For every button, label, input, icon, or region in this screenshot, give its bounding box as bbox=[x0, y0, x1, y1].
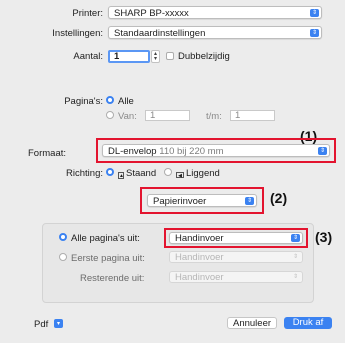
popup-arrows-icon: ⇕ bbox=[318, 146, 327, 155]
presets-value: Standaardinstellingen bbox=[114, 28, 206, 39]
first-page-popup[interactable]: Handinvoer ⇕ bbox=[169, 251, 303, 263]
orientation-portrait-label: Staand bbox=[126, 168, 157, 179]
pages-to-label: t/m: bbox=[206, 111, 222, 122]
orientation-landscape-label: Liggend bbox=[186, 168, 220, 179]
pages-from-label: Van: bbox=[118, 111, 137, 122]
popup-arrows-icon: ⇕ bbox=[310, 28, 319, 37]
all-pages-label: Alle pagina's uit: bbox=[71, 233, 140, 244]
popup-arrows-icon: ⇕ bbox=[292, 253, 299, 260]
callout-3-number: (3) bbox=[315, 229, 333, 245]
panel-menu-popup[interactable]: Papierinvoer ⇕ bbox=[147, 194, 257, 207]
orientation-label: Richting: bbox=[66, 168, 103, 179]
pages-label: Pagina's: bbox=[64, 96, 103, 107]
remaining-value: Handinvoer bbox=[175, 272, 224, 283]
first-page-value: Handinvoer bbox=[175, 252, 224, 263]
paper-size-detail: 110 bij 220 mm bbox=[159, 146, 224, 157]
popup-arrows-icon: ⇕ bbox=[291, 234, 300, 242]
all-pages-radio[interactable] bbox=[59, 233, 67, 241]
portrait-icon: ▲ bbox=[118, 172, 124, 179]
pages-all-label: Alle bbox=[118, 96, 134, 107]
pdf-dropdown-icon[interactable]: ▾ bbox=[54, 319, 63, 328]
printer-value: SHARP BP-xxxxx bbox=[114, 8, 189, 19]
pdf-menu-label[interactable]: Pdf bbox=[34, 319, 48, 330]
print-button[interactable]: Druk af bbox=[284, 317, 332, 329]
paper-size-value: DL-envelop 110 bij 220 mm bbox=[108, 146, 223, 157]
panel-menu-value: Papierinvoer bbox=[153, 196, 207, 207]
cancel-button[interactable]: Annuleer bbox=[227, 317, 277, 329]
pages-to-field[interactable]: 1 bbox=[230, 110, 275, 121]
landscape-icon: ◀ bbox=[176, 172, 184, 179]
pages-range-radio[interactable] bbox=[106, 111, 114, 119]
orientation-portrait-radio[interactable] bbox=[106, 168, 114, 176]
copies-value: 1 bbox=[114, 51, 120, 62]
callout-2-number: (2) bbox=[270, 190, 288, 206]
paper-size-popup[interactable]: DL-envelop 110 bij 220 mm ⇕ bbox=[102, 144, 330, 157]
copies-label: Aantal: bbox=[73, 51, 103, 62]
first-page-label: Eerste pagina uit: bbox=[71, 253, 145, 264]
remaining-popup[interactable]: Handinvoer ⇕ bbox=[169, 271, 303, 283]
remaining-label: Resterende uit: bbox=[80, 273, 145, 284]
duplex-checkbox[interactable] bbox=[166, 52, 174, 60]
first-page-radio[interactable] bbox=[59, 253, 67, 261]
printer-label: Printer: bbox=[72, 8, 103, 19]
all-pages-value: Handinvoer bbox=[175, 233, 224, 244]
printer-popup[interactable]: SHARP BP-xxxxx ⇕ bbox=[108, 6, 322, 19]
presets-label: Instellingen: bbox=[52, 28, 103, 39]
popup-arrows-icon: ⇕ bbox=[292, 273, 299, 280]
orientation-portrait-option: ▲ Staand bbox=[117, 168, 156, 179]
paper-size-name: DL-envelop bbox=[108, 146, 157, 157]
duplex-label: Dubbelzijdig bbox=[178, 51, 230, 62]
pages-all-radio[interactable] bbox=[106, 96, 114, 104]
paper-size-label: Formaat: bbox=[28, 148, 67, 159]
pages-from-field[interactable]: 1 bbox=[145, 110, 190, 121]
orientation-landscape-option: ◀ Liggend bbox=[175, 168, 220, 179]
popup-arrows-icon: ⇕ bbox=[245, 196, 254, 205]
copies-stepper[interactable]: ▴ ▾ bbox=[151, 50, 160, 63]
copies-field[interactable]: 1 bbox=[108, 50, 150, 63]
pages-to-value: 1 bbox=[235, 110, 241, 121]
all-pages-popup[interactable]: Handinvoer ⇕ bbox=[169, 232, 303, 244]
presets-popup[interactable]: Standaardinstellingen ⇕ bbox=[108, 26, 322, 39]
pages-from-value: 1 bbox=[150, 110, 156, 121]
orientation-landscape-radio[interactable] bbox=[164, 168, 172, 176]
popup-arrows-icon: ⇕ bbox=[310, 8, 319, 17]
